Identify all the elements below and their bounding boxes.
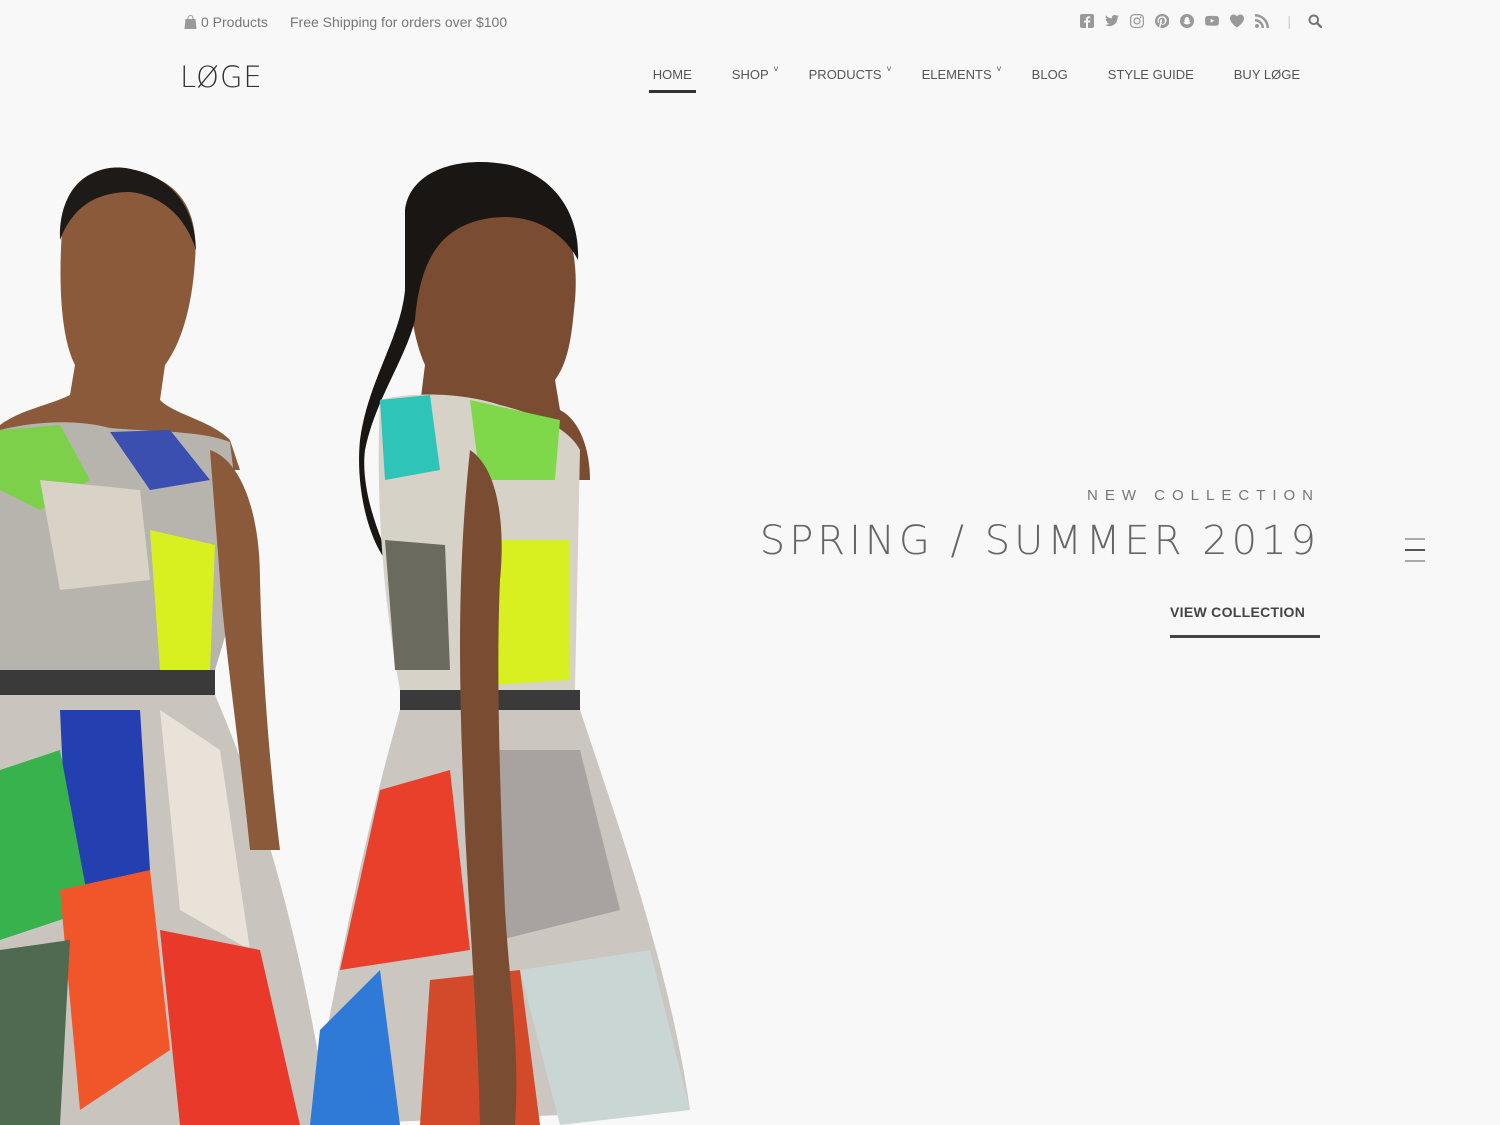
hero-models-image: [0, 162, 690, 1125]
nav-item-products[interactable]: PRODUCTS ˅: [805, 64, 892, 92]
heart-icon[interactable]: [1229, 13, 1244, 29]
facebook-icon[interactable]: [1079, 13, 1094, 29]
pinterest-icon[interactable]: [1154, 13, 1169, 29]
rss-icon[interactable]: [1254, 13, 1269, 29]
cart-link[interactable]: 0 Products: [184, 14, 268, 30]
slide-dot-active[interactable]: [1405, 549, 1425, 551]
snapchat-icon[interactable]: [1179, 13, 1194, 29]
slide-dot[interactable]: [1405, 560, 1425, 562]
shopping-bag-icon: [184, 15, 197, 29]
nav-item-blog[interactable]: BLOG: [1028, 67, 1072, 92]
slide-dot[interactable]: [1405, 538, 1425, 540]
model-side: [310, 162, 690, 1125]
social-separator: |: [1287, 13, 1291, 29]
shipping-notice: Free Shipping for orders over $100: [290, 14, 508, 30]
slider-pagination[interactable]: [1405, 538, 1425, 571]
model-front: [0, 167, 330, 1125]
chevron-down-icon: ˅: [996, 64, 1002, 74]
view-collection-button[interactable]: VIEW COLLECTION: [1170, 604, 1320, 638]
nav-item-shop[interactable]: SHOP ˅: [728, 64, 779, 92]
cart-count-label: 0 Products: [201, 14, 268, 30]
hero-kicker: NEW COLLECTION: [1086, 487, 1320, 504]
chevron-down-icon: ˅: [773, 64, 779, 74]
nav-item-style-guide[interactable]: STYLE GUIDE: [1104, 67, 1198, 92]
main-nav: HOME SHOP ˅ PRODUCTS ˅ ELEMENTS ˅ BLOG STYL…: [648, 64, 1304, 93]
top-bar: 0 Products Free Shipping for orders over…: [0, 0, 1500, 46]
chevron-down-icon: ˅: [886, 64, 892, 74]
social-links: |: [1079, 13, 1322, 29]
nav-item-buy[interactable]: BUY LØGE: [1230, 67, 1304, 92]
nav-item-elements[interactable]: ELEMENTS ˅: [918, 64, 1002, 92]
hero-headline: SPRING / SUMMER 2019: [759, 518, 1320, 564]
site-logo[interactable]: LØGE: [180, 60, 263, 94]
youtube-icon[interactable]: [1204, 13, 1219, 29]
nav-item-home[interactable]: HOME: [648, 67, 696, 93]
twitter-icon[interactable]: [1104, 13, 1119, 29]
instagram-icon[interactable]: [1129, 13, 1144, 29]
search-icon[interactable]: [1307, 13, 1322, 29]
